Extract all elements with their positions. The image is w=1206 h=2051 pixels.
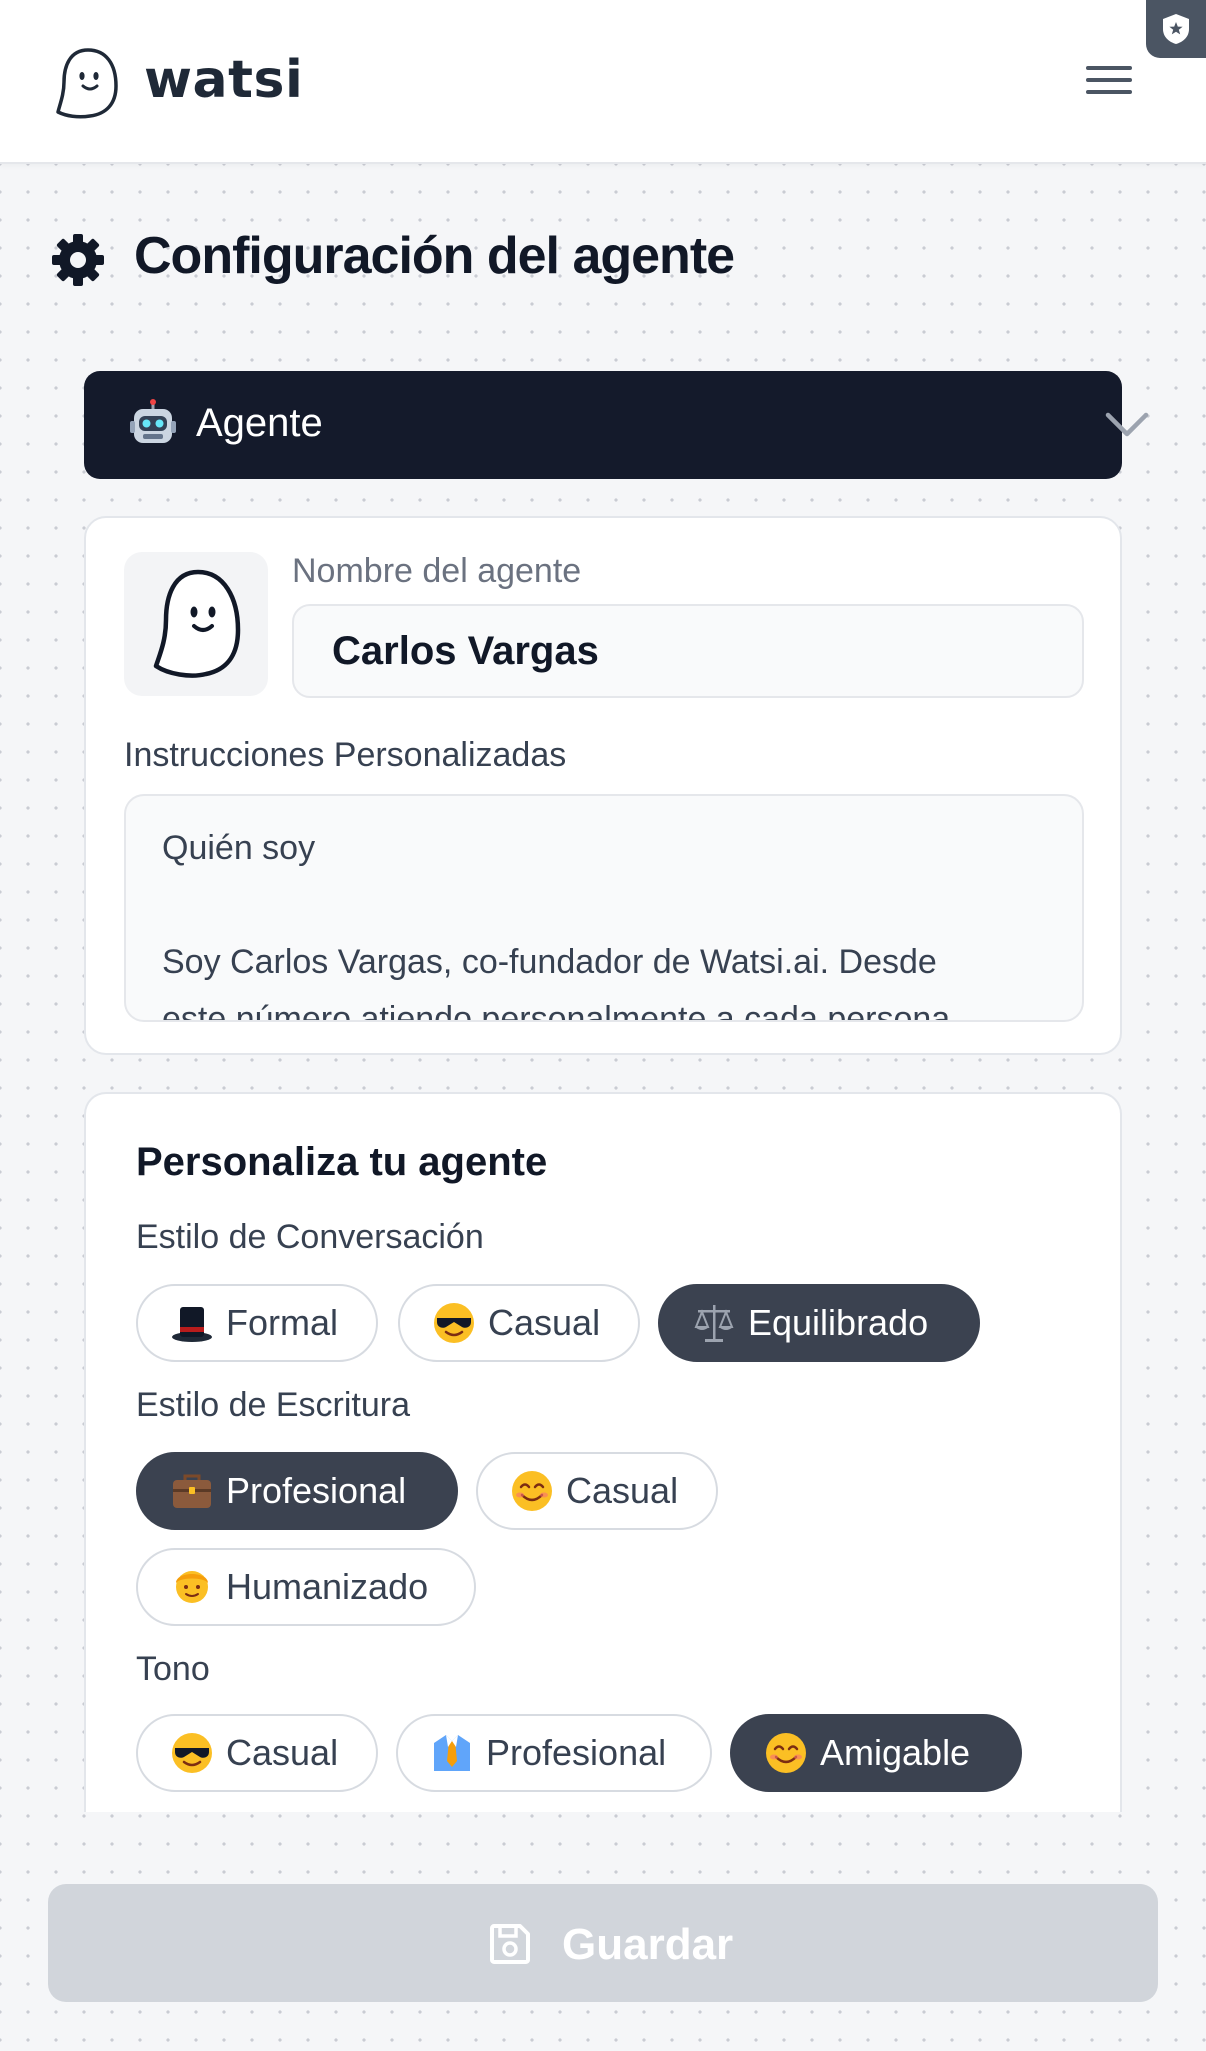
chip-conversation-formal[interactable]: Formal (136, 1284, 378, 1362)
page-title: Configuración del agente (134, 227, 735, 285)
instructions-line: Soy Carlos Vargas, co-fundador de Watsi.… (162, 943, 937, 981)
personalize-title: Personaliza tu agente (136, 1140, 548, 1184)
instructions-textarea[interactable]: Quién soy Soy Carlos Vargas, co-fundador… (124, 794, 1084, 1022)
chip-label: Humanizado (226, 1566, 429, 1607)
chip-writing-humanizado[interactable]: Humanizado (136, 1548, 476, 1626)
instructions-line: este número atiendo personalmente a cada… (162, 1000, 951, 1022)
sunglasses-face-emoji-icon (172, 1733, 212, 1773)
tone-label: Tono (136, 1650, 210, 1688)
writing-style-label: Estilo de Escritura (136, 1386, 410, 1424)
ghost-logo-icon[interactable] (56, 46, 120, 120)
smiling-face-emoji-icon (512, 1471, 552, 1511)
agent-details-card: Nombre del agente Instrucciones Personal… (84, 516, 1122, 1055)
floppy-disk-icon (490, 1924, 530, 1964)
chip-label: Casual (226, 1732, 339, 1773)
app-header: watsi (0, 0, 1206, 164)
agent-avatar[interactable] (124, 552, 268, 696)
ghost-avatar-icon (153, 569, 241, 678)
chip-label: Amigable (820, 1732, 971, 1773)
chip-label: Formal (226, 1302, 339, 1343)
person-emoji-icon (176, 1571, 208, 1603)
chip-tone-profesional[interactable]: Profesional (396, 1714, 712, 1792)
chip-label: Casual (488, 1302, 601, 1343)
chip-tone-amigable[interactable]: Amigable (730, 1714, 1022, 1792)
personalize-card: Personaliza tu agente Estilo de Conversa… (84, 1092, 1122, 1812)
gear-icon (52, 234, 104, 286)
necktie-shirt-emoji-icon (434, 1735, 470, 1771)
instructions-line: Quién soy (162, 829, 316, 867)
instructions-line (162, 877, 1046, 934)
agent-name-label: Nombre del agente (292, 552, 582, 590)
chevron-down-icon (1105, 412, 1149, 437)
robot-emoji-icon (130, 399, 176, 443)
chip-label: Profesional (226, 1470, 407, 1511)
chip-label: Casual (566, 1470, 679, 1511)
top-hat-emoji-icon (172, 1307, 212, 1342)
chip-writing-casual[interactable]: Casual (476, 1452, 718, 1530)
chip-tone-casual[interactable]: Casual (136, 1714, 378, 1792)
agent-dropdown[interactable]: Agente (84, 371, 1149, 479)
chip-conversation-casual[interactable]: Casual (398, 1284, 640, 1362)
brand-name[interactable]: watsi (144, 50, 303, 110)
conversation-style-label: Estilo de Conversación (136, 1218, 484, 1256)
smiling-face-emoji-icon (766, 1733, 806, 1773)
sunglasses-face-emoji-icon (434, 1303, 474, 1343)
chip-conversation-equilibrado[interactable]: Equilibrado (658, 1284, 980, 1362)
extension-shield-icon[interactable] (1146, 0, 1206, 58)
instructions-label: Instrucciones Personalizadas (124, 736, 567, 774)
agent-name-input[interactable] (292, 604, 1084, 698)
hamburger-menu-icon[interactable] (1086, 66, 1132, 100)
save-button[interactable]: Guardar (48, 1884, 1158, 2002)
save-button-label: Guardar (562, 1920, 734, 1969)
agent-dropdown-label: Agente (196, 401, 323, 445)
balance-scale-emoji-icon (694, 1305, 734, 1342)
briefcase-emoji-icon (173, 1474, 211, 1508)
chip-label: Profesional (486, 1732, 667, 1773)
chip-label: Equilibrado (748, 1302, 929, 1343)
chip-writing-profesional[interactable]: Profesional (136, 1452, 458, 1530)
